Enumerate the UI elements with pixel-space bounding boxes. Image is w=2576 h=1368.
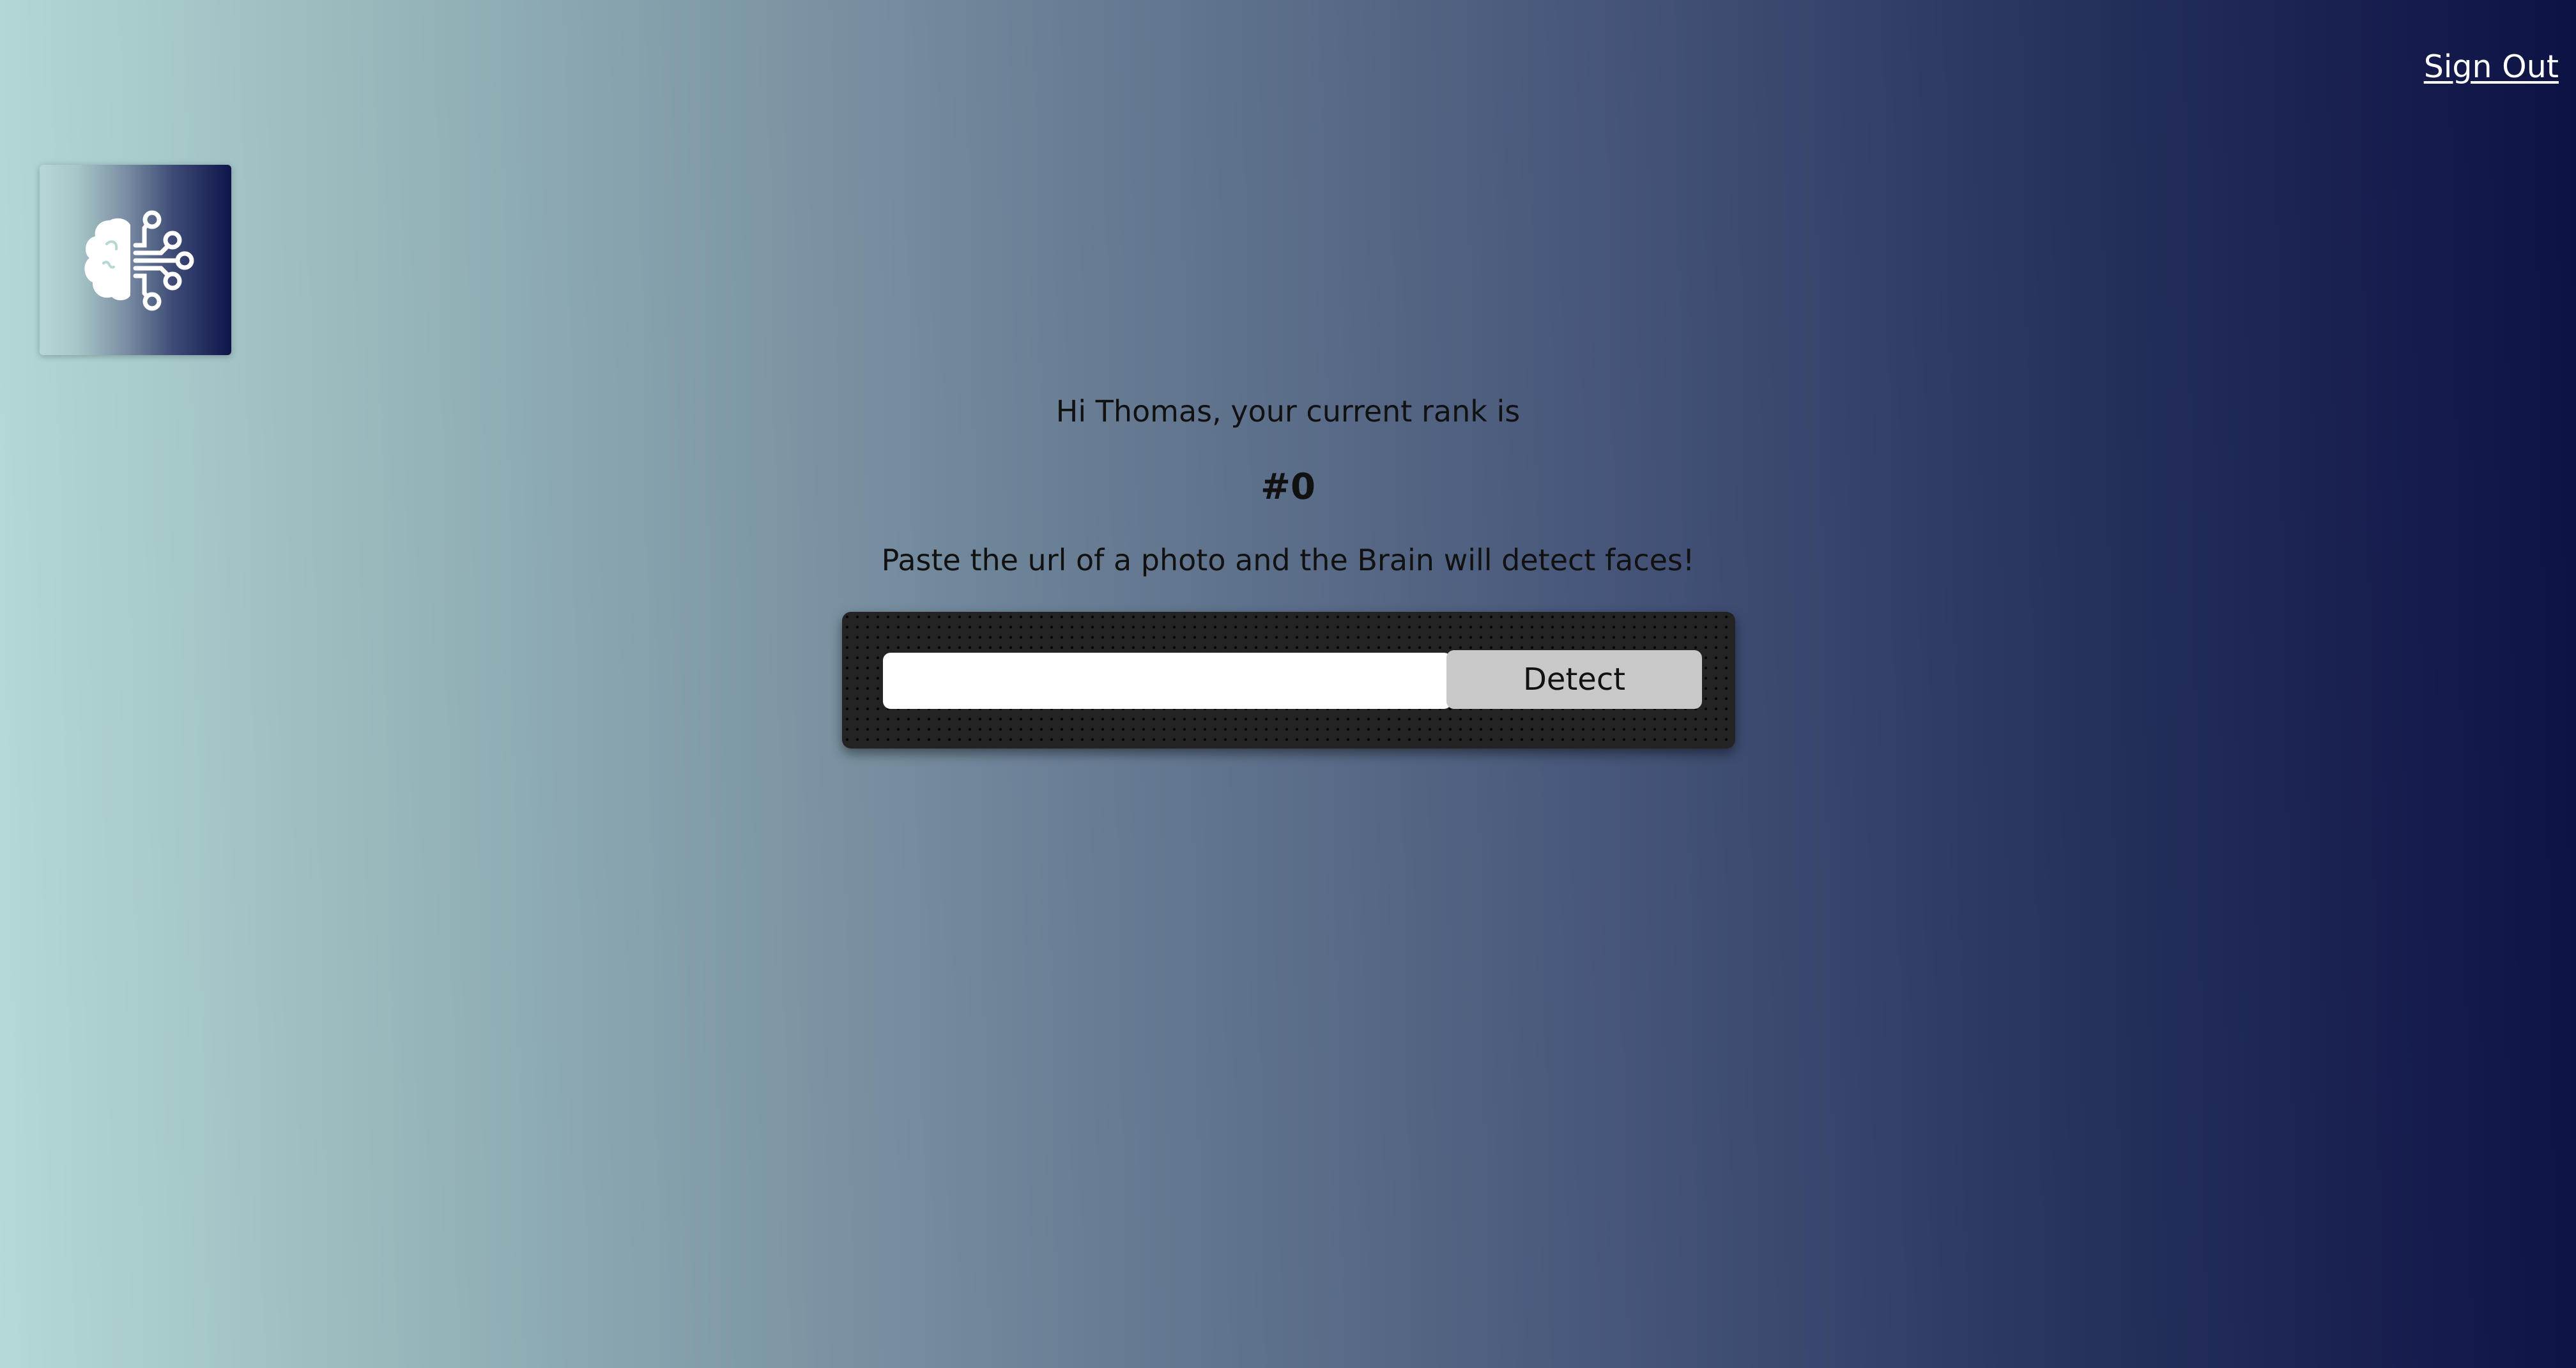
app-logo [40,165,231,355]
detect-button[interactable]: Detect [1446,650,1702,709]
image-url-form: Detect [842,612,1735,749]
rank-value: #0 [1261,466,1315,508]
sign-out-link[interactable]: Sign Out [2424,49,2559,85]
image-url-input[interactable] [883,653,1452,709]
instructions-text: Paste the url of a photo and the Brain w… [881,543,1695,577]
brain-circuit-icon [84,210,194,311]
greeting-text: Hi Thomas, your current rank is [1055,394,1521,429]
